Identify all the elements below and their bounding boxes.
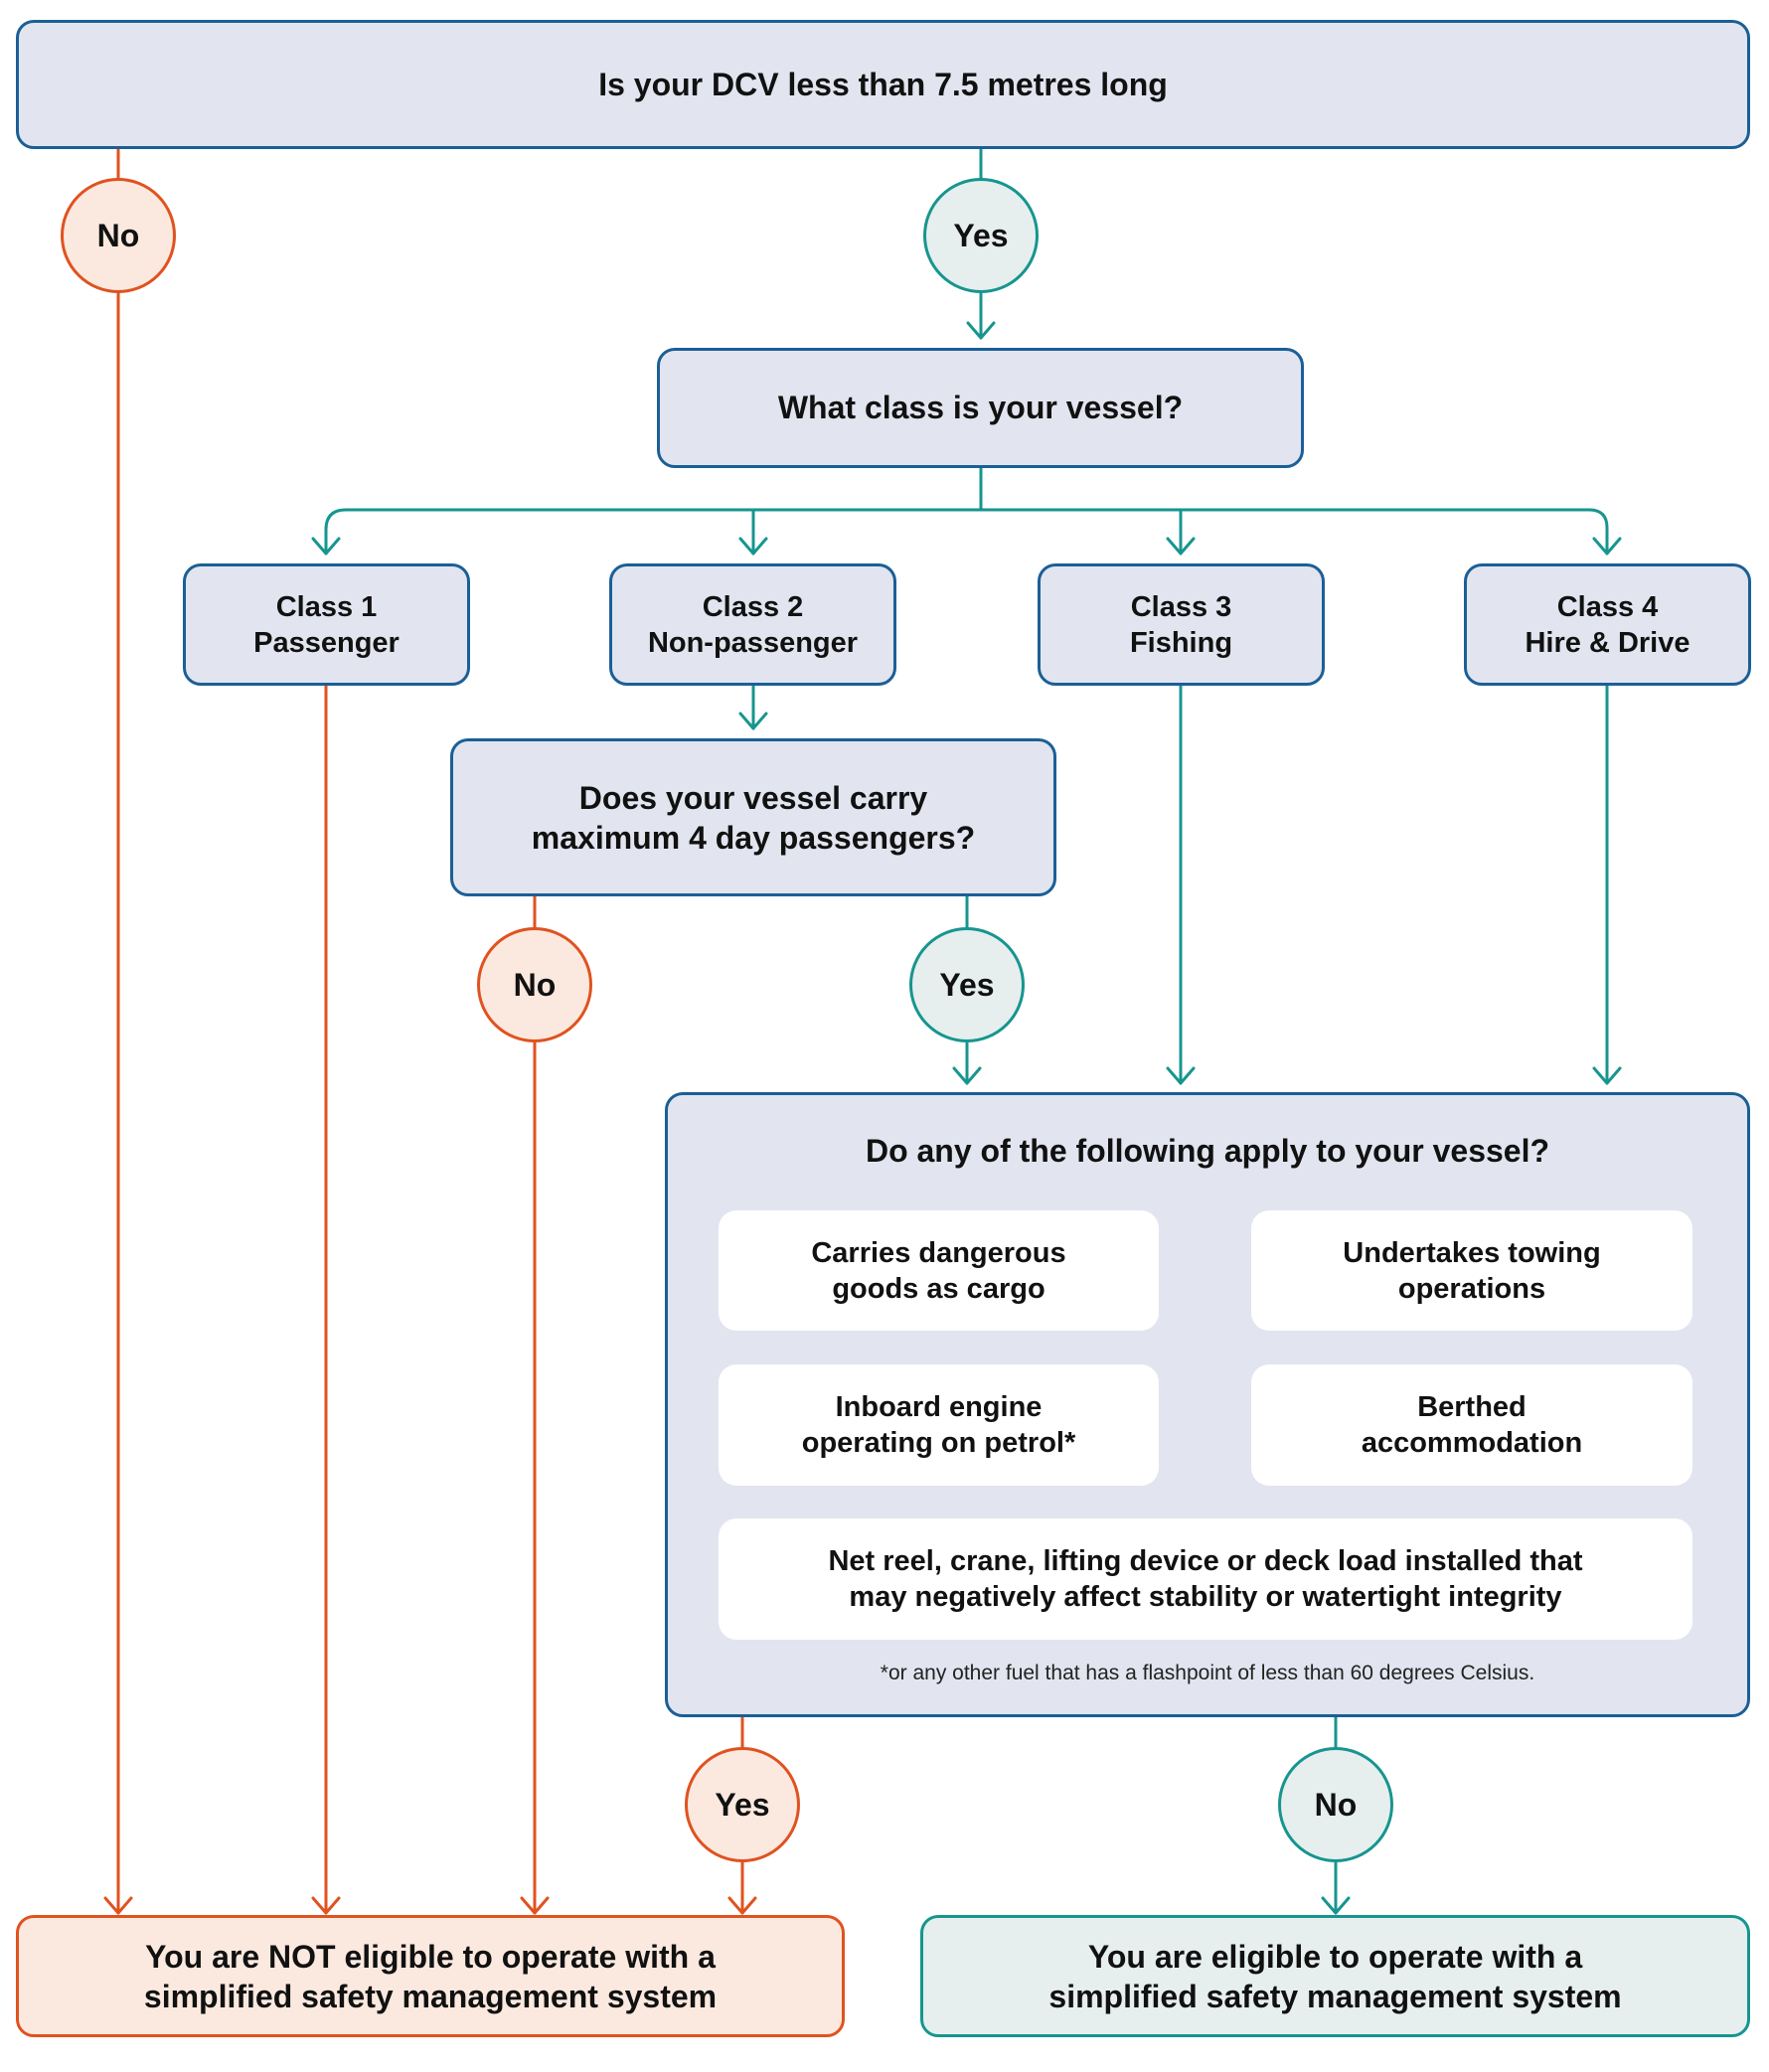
- condition-line: Undertakes towing: [1343, 1236, 1601, 1269]
- question-vessel-class: What class is your vessel?: [657, 348, 1304, 468]
- question-vessel-length-text: Is your DCV less than 7.5 metres long: [598, 66, 1168, 102]
- connector-lines: [103, 147, 1622, 1915]
- result-eligible: You are eligible to operate with a simpl…: [920, 1915, 1750, 2037]
- condition-line: goods as cargo: [832, 1272, 1045, 1305]
- condition-line: may negatively affect stability or water…: [849, 1581, 1562, 1613]
- question-vessel-length: Is your DCV less than 7.5 metres long: [16, 20, 1750, 149]
- answer-passengers-no: No: [477, 927, 592, 1042]
- question-line: Does your vessel carry: [578, 779, 928, 816]
- answer-label: No: [1314, 1786, 1358, 1823]
- result-line: You are eligible to operate with a: [1087, 1938, 1583, 1975]
- class-number: Class 2: [702, 590, 804, 623]
- condition-line: operations: [1397, 1272, 1546, 1305]
- condition-line: Net reel, crane, lifting device or deck …: [828, 1545, 1583, 1577]
- class-1-passenger: Class 1 Passenger: [183, 563, 470, 686]
- conditions-title: Do any of the following apply to your ve…: [865, 1133, 1550, 1169]
- answer-label: Yes: [939, 966, 995, 1003]
- class-type: Hire & Drive: [1525, 626, 1690, 659]
- answer-length-yes: Yes: [923, 178, 1039, 293]
- result-line: simplified safety management system: [1048, 1978, 1622, 2014]
- answer-conditions-no: No: [1278, 1747, 1393, 1862]
- conditions-panel: Do any of the following apply to your ve…: [665, 1092, 1750, 1717]
- condition-line: Berthed: [1417, 1391, 1527, 1423]
- class-3-fishing: Class 3 Fishing: [1038, 563, 1325, 686]
- question-day-passengers: Does your vessel carry maximum 4 day pas…: [450, 738, 1056, 896]
- answer-conditions-yes: Yes: [685, 1747, 800, 1862]
- condition-line: Inboard engine: [835, 1391, 1043, 1423]
- connector-class-branch: [324, 508, 1609, 556]
- question-vessel-class-text: What class is your vessel?: [777, 390, 1184, 425]
- class-4-hire-drive: Class 4 Hire & Drive: [1464, 563, 1751, 686]
- condition-towing: Undertakes towing operations: [1251, 1210, 1692, 1331]
- condition-berthed-accommodation: Berthed accommodation: [1251, 1364, 1692, 1486]
- question-line: maximum 4 day passengers?: [531, 819, 976, 856]
- condition-deck-equipment: Net reel, crane, lifting device or deck …: [719, 1518, 1692, 1640]
- condition-line: Carries dangerous: [811, 1236, 1066, 1269]
- condition-inboard-petrol: Inboard engine operating on petrol*: [719, 1364, 1159, 1486]
- result-not-eligible: You are NOT eligible to operate with a s…: [16, 1915, 845, 2037]
- class-number: Class 1: [275, 590, 378, 623]
- answer-length-no: No: [61, 178, 176, 293]
- answer-label: Yes: [715, 1786, 770, 1823]
- class-type: Non-passenger: [647, 626, 859, 659]
- class-type: Fishing: [1129, 626, 1233, 659]
- answer-label: No: [96, 217, 140, 253]
- answer-passengers-yes: Yes: [909, 927, 1025, 1042]
- answer-label: No: [513, 966, 557, 1003]
- condition-line: operating on petrol*: [801, 1427, 1076, 1459]
- class-2-non-passenger: Class 2 Non-passenger: [609, 563, 896, 686]
- result-line: You are NOT eligible to operate with a: [145, 1938, 716, 1975]
- class-type: Passenger: [253, 626, 400, 659]
- result-line: simplified safety management system: [143, 1978, 718, 2014]
- class-number: Class 4: [1556, 590, 1659, 623]
- condition-dangerous-goods: Carries dangerous goods as cargo: [719, 1210, 1159, 1331]
- condition-line: accommodation: [1361, 1427, 1583, 1459]
- conditions-footnote: *or any other fuel that has a flashpoint…: [880, 1662, 1535, 1684]
- answer-label: Yes: [953, 217, 1009, 253]
- class-number: Class 3: [1130, 590, 1232, 623]
